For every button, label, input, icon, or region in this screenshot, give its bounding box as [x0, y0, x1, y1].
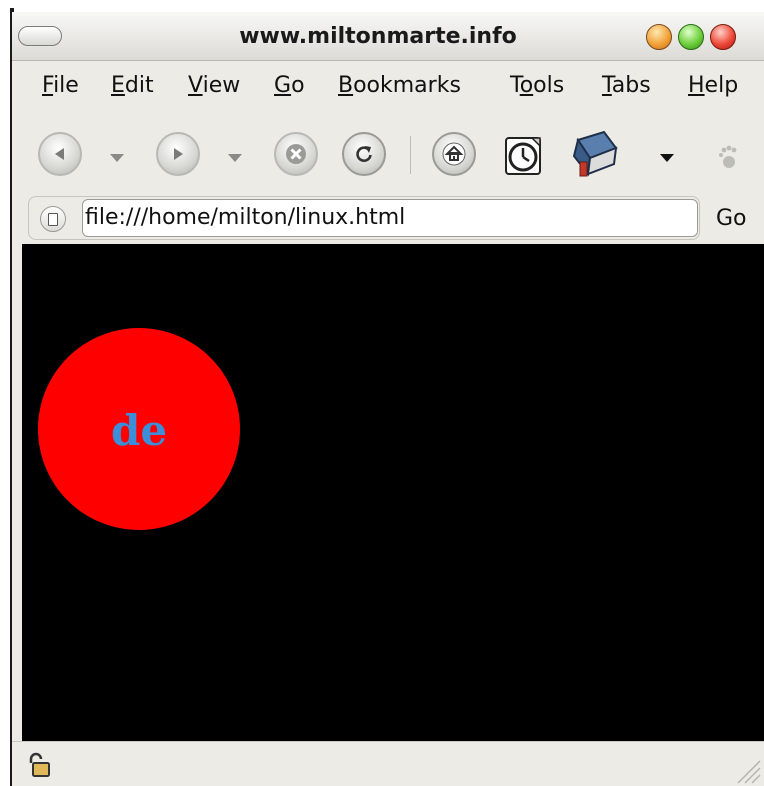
bookmarks-dropdown[interactable] [660, 154, 674, 162]
menu-file[interactable]: File [42, 73, 79, 98]
reload-button[interactable] [342, 132, 386, 176]
history-button[interactable] [502, 130, 550, 178]
menu-tabs[interactable]: Tabs [602, 73, 651, 98]
forward-button[interactable] [156, 132, 200, 176]
bookmarks-button[interactable] [564, 126, 620, 182]
minimize-button[interactable] [646, 24, 672, 50]
navigation-toolbar [12, 110, 764, 194]
menu-bookmarks[interactable]: Bookmarks [338, 73, 461, 98]
stop-button[interactable] [274, 132, 318, 176]
close-button[interactable] [710, 24, 736, 50]
menu-bar: File Edit View Go Bookmarks Tools Tabs H… [12, 61, 764, 109]
menu-edit[interactable]: Edit [111, 73, 154, 98]
home-icon [442, 142, 466, 166]
maximize-button[interactable] [678, 24, 704, 50]
back-button[interactable] [38, 132, 82, 176]
throbber [716, 140, 742, 170]
home-button[interactable] [432, 132, 476, 176]
stop-icon [286, 144, 306, 164]
status-bar [12, 741, 764, 786]
circle-text: de [110, 405, 168, 455]
padlock-icon [29, 752, 50, 777]
browser-window: www.miltonmarte.info File Edit View Go B… [12, 12, 764, 786]
menu-tools[interactable]: Tools [510, 73, 564, 98]
history-icon [505, 137, 541, 175]
page-icon [48, 212, 58, 226]
menu-view[interactable]: View [188, 73, 240, 98]
menu-go[interactable]: Go [274, 73, 305, 98]
location-toolbar: file:///home/milton/linux.html Go [12, 194, 764, 244]
go-button[interactable]: Go [716, 206, 747, 231]
menu-help[interactable]: Help [688, 73, 738, 98]
resize-grip-icon[interactable] [732, 755, 762, 785]
forward-icon [174, 148, 183, 160]
back-icon [55, 148, 64, 160]
forward-history-dropdown[interactable] [228, 154, 242, 162]
toolbar-separator [410, 136, 411, 174]
throbber-icon [719, 145, 737, 168]
red-circle: de [38, 328, 240, 530]
bookmarks-icon [572, 130, 618, 177]
title-bar: www.miltonmarte.info [12, 12, 764, 61]
reload-icon [356, 146, 372, 162]
url-input[interactable]: file:///home/milton/linux.html [82, 199, 698, 237]
page-proxy-icon[interactable] [40, 206, 66, 232]
back-history-dropdown[interactable] [110, 154, 124, 162]
page-content: de [22, 244, 764, 741]
